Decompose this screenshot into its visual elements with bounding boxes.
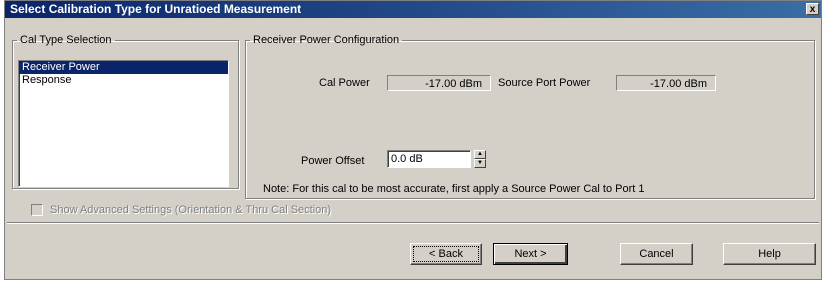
receiver-power-group: Receiver Power Configuration Cal Power -… bbox=[245, 34, 815, 199]
cal-power-value: -17.00 dBm bbox=[387, 75, 491, 91]
list-item-receiver-power[interactable]: Receiver Power bbox=[19, 61, 228, 74]
power-offset-spinner[interactable]: ▲ ▼ bbox=[474, 150, 486, 168]
back-button[interactable]: < Back bbox=[410, 243, 482, 265]
cal-power-label: Cal Power bbox=[319, 77, 370, 89]
next-button[interactable]: Next > bbox=[493, 243, 568, 265]
triangle-down-icon: ▼ bbox=[477, 160, 483, 166]
close-button[interactable]: x bbox=[806, 3, 819, 15]
power-offset-label: Power Offset bbox=[301, 155, 365, 167]
source-port-power-label: Source Port Power bbox=[498, 77, 591, 89]
help-button[interactable]: Help bbox=[723, 243, 816, 265]
title-bar: Select Calibration Type for Unratioed Me… bbox=[5, 1, 821, 18]
triangle-up-icon: ▲ bbox=[477, 151, 483, 157]
source-port-power-value: -17.00 dBm bbox=[616, 75, 716, 91]
cal-type-group: Cal Type Selection Receiver Power Respon… bbox=[12, 34, 239, 189]
power-offset-input[interactable]: 0.0 dB bbox=[387, 150, 471, 168]
accuracy-note: Note: For this cal to be most accurate, … bbox=[263, 183, 645, 195]
cal-type-list[interactable]: Receiver Power Response bbox=[18, 60, 229, 187]
cancel-button[interactable]: Cancel bbox=[620, 243, 693, 265]
dialog-title: Select Calibration Type for Unratioed Me… bbox=[10, 2, 302, 16]
spin-up-button[interactable]: ▲ bbox=[474, 150, 486, 159]
advanced-settings-label: Show Advanced Settings (Orientation & Th… bbox=[50, 204, 332, 216]
advanced-settings-checkbox[interactable] bbox=[31, 204, 43, 216]
spin-down-button[interactable]: ▼ bbox=[474, 159, 486, 168]
calibration-dialog: Select Calibration Type for Unratioed Me… bbox=[4, 0, 822, 280]
cal-type-legend: Cal Type Selection bbox=[20, 34, 112, 46]
receiver-power-legend: Receiver Power Configuration bbox=[253, 34, 400, 46]
close-icon[interactable]: x bbox=[810, 4, 816, 15]
divider bbox=[7, 222, 819, 224]
list-item-response[interactable]: Response bbox=[19, 74, 228, 87]
